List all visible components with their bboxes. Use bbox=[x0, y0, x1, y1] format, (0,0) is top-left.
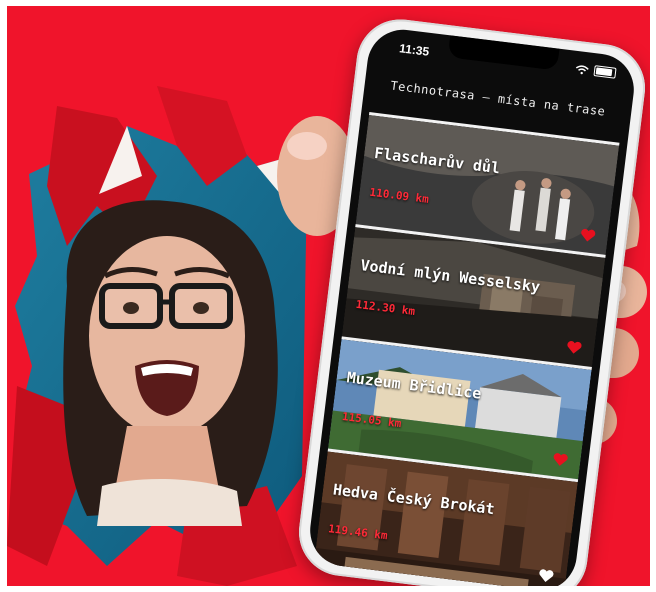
status-icons bbox=[575, 63, 617, 79]
wifi-icon bbox=[575, 64, 589, 74]
places-list[interactable]: Flascharův důl 110.09 km Vodní mlýn Wess… bbox=[306, 111, 627, 586]
heart-icon[interactable] bbox=[565, 340, 583, 356]
photo-scene: 11:35 Technotrasa – místa na trase Flasc… bbox=[7, 6, 650, 586]
heart-icon[interactable] bbox=[579, 228, 597, 244]
status-time: 11:35 bbox=[398, 41, 431, 59]
battery-icon bbox=[593, 65, 617, 79]
heart-icon[interactable] bbox=[552, 452, 570, 468]
heart-icon[interactable] bbox=[537, 568, 555, 584]
